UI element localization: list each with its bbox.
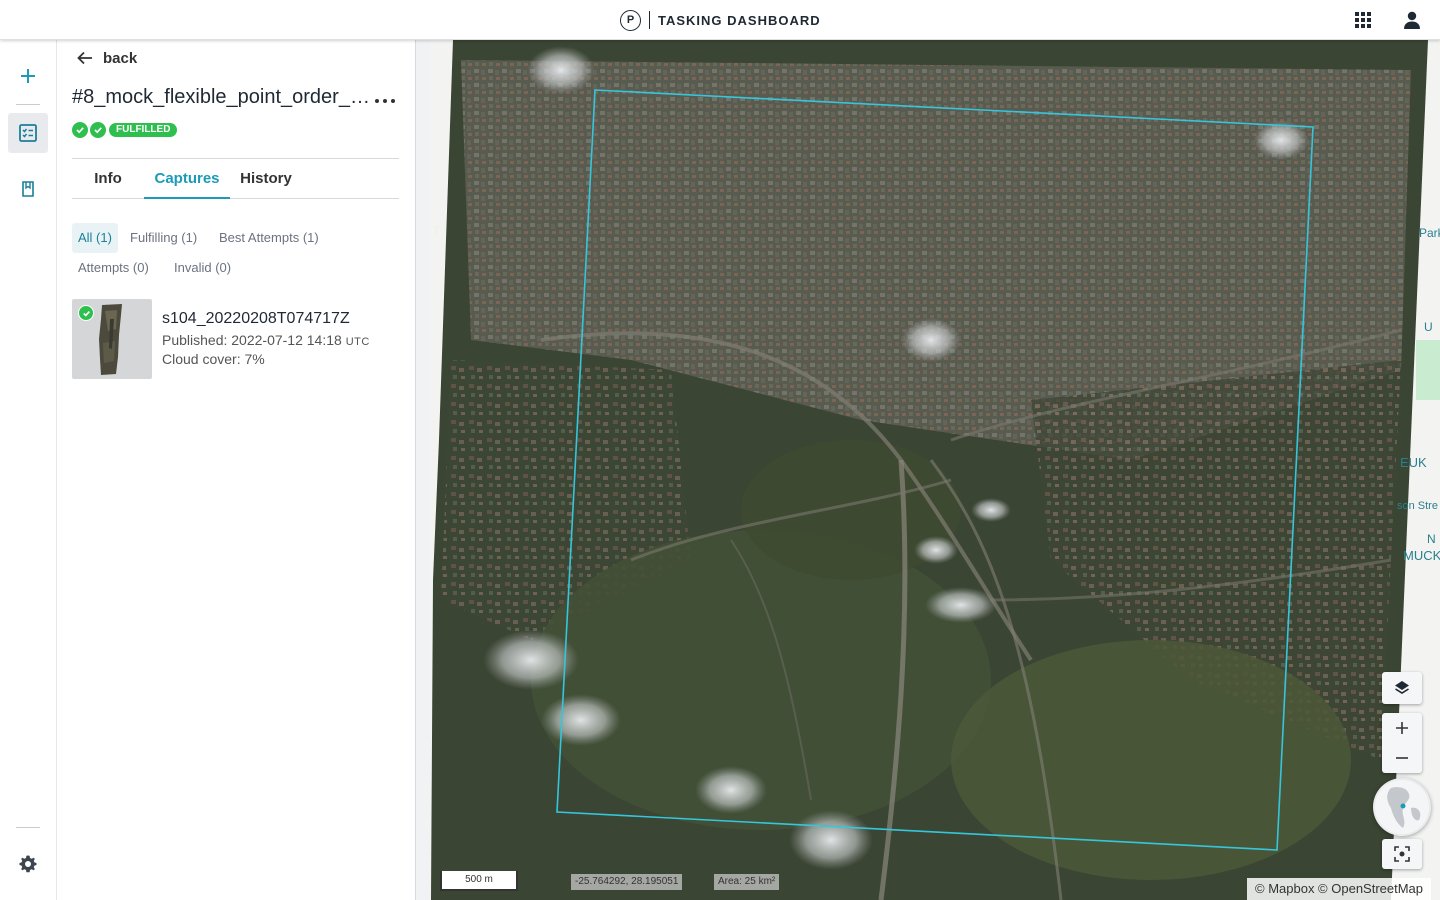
orders-nav-button[interactable]	[8, 113, 48, 153]
filter-attempts[interactable]: Attempts (0)	[72, 253, 155, 283]
check-circle-icon	[72, 122, 88, 138]
plus-icon	[21, 69, 35, 83]
user-icon[interactable]	[1402, 10, 1422, 30]
more-dots-icon	[375, 99, 379, 103]
cursor-coordinates: -25.764292, 28.195051	[571, 874, 683, 890]
task-list-icon	[19, 124, 37, 142]
map-label: N	[1427, 532, 1436, 546]
brand-logo-icon: P	[620, 9, 641, 31]
check-circle-icon	[78, 305, 94, 321]
top-bar: P TASKING DASHBOARD	[0, 0, 1440, 40]
status-row: FULFILLED	[72, 122, 178, 138]
app-title: TASKING DASHBOARD	[658, 12, 821, 28]
panel-resize-handle[interactable]	[416, 40, 431, 900]
saved-items-nav-button[interactable]	[8, 169, 48, 209]
minus-icon[interactable]	[1395, 751, 1409, 765]
globe-icon	[1375, 780, 1429, 834]
filter-all[interactable]: All (1)	[72, 223, 118, 253]
left-rail	[0, 40, 57, 900]
map-label: MUCK	[1403, 548, 1440, 563]
brand[interactable]: P TASKING DASHBOARD	[620, 9, 821, 31]
focus-fit-icon	[1394, 846, 1410, 862]
rail-divider	[16, 104, 40, 105]
fit-bounds-button[interactable]	[1382, 839, 1422, 869]
arrow-left-icon	[77, 51, 92, 65]
back-label: back	[103, 49, 138, 67]
settings-gear-icon	[19, 855, 37, 873]
aoi-area: Area: 25 km²	[714, 874, 780, 890]
detail-tabs: Info Captures History	[72, 158, 399, 199]
capture-cloud-cover: Cloud cover: 7%	[162, 351, 265, 367]
map-label: son Stre	[1397, 500, 1438, 512]
map-label: T	[433, 224, 441, 238]
filter-best-attempts[interactable]: Best Attempts (1)	[213, 223, 325, 253]
bookmark-doc-icon	[22, 181, 34, 197]
capture-published-timezone: UTC	[345, 336, 370, 348]
filter-fulfilling[interactable]: Fulfilling (1)	[124, 223, 203, 253]
map-label: Park	[1419, 226, 1440, 240]
map-scale-bar: 500 m	[440, 871, 518, 891]
tab-info[interactable]: Info	[72, 159, 144, 199]
capture-name: s104_20220208T074717Z	[162, 310, 350, 327]
more-options-button[interactable]	[375, 96, 395, 106]
map-label: EUK	[1400, 455, 1427, 470]
tab-captures[interactable]: Captures	[144, 159, 230, 199]
capture-published: Published: 2022-07-12 14:18 UTC	[162, 332, 370, 348]
new-order-button[interactable]	[8, 56, 48, 96]
zoom-control	[1382, 713, 1422, 773]
check-circle-icon	[90, 122, 106, 138]
capture-published-date: Published: 2022-07-12 14:18	[162, 332, 342, 348]
capture-list-item[interactable]: s104_20220208T074717Z Published: 2022-07…	[72, 299, 399, 379]
satellite-imagery	[431, 40, 1440, 900]
order-detail-panel: back #8_mock_flexible_point_order_reques…	[57, 40, 416, 900]
brand-separator	[649, 11, 650, 29]
settings-button[interactable]	[8, 844, 48, 884]
capture-thumbnail	[72, 299, 152, 379]
globe-button[interactable]	[1373, 778, 1431, 836]
map-view[interactable]: Park U EUK son Stre MUCK N T 500 m -25.7…	[431, 40, 1440, 900]
layers-icon	[1395, 681, 1409, 694]
tab-history[interactable]: History	[230, 159, 302, 199]
order-title: #8_mock_flexible_point_order_request	[72, 86, 372, 108]
filter-invalid[interactable]: Invalid (0)	[168, 253, 237, 283]
map-label: U	[1424, 320, 1433, 334]
status-badge: FULFILLED	[109, 123, 178, 137]
apps-grid-icon[interactable]	[1355, 12, 1371, 28]
rail-divider	[16, 827, 40, 828]
plus-icon[interactable]	[1395, 721, 1409, 735]
back-button[interactable]: back	[77, 48, 137, 68]
layers-button[interactable]	[1382, 672, 1422, 704]
map-attribution[interactable]: © Mapbox © OpenStreetMap	[1247, 878, 1432, 900]
